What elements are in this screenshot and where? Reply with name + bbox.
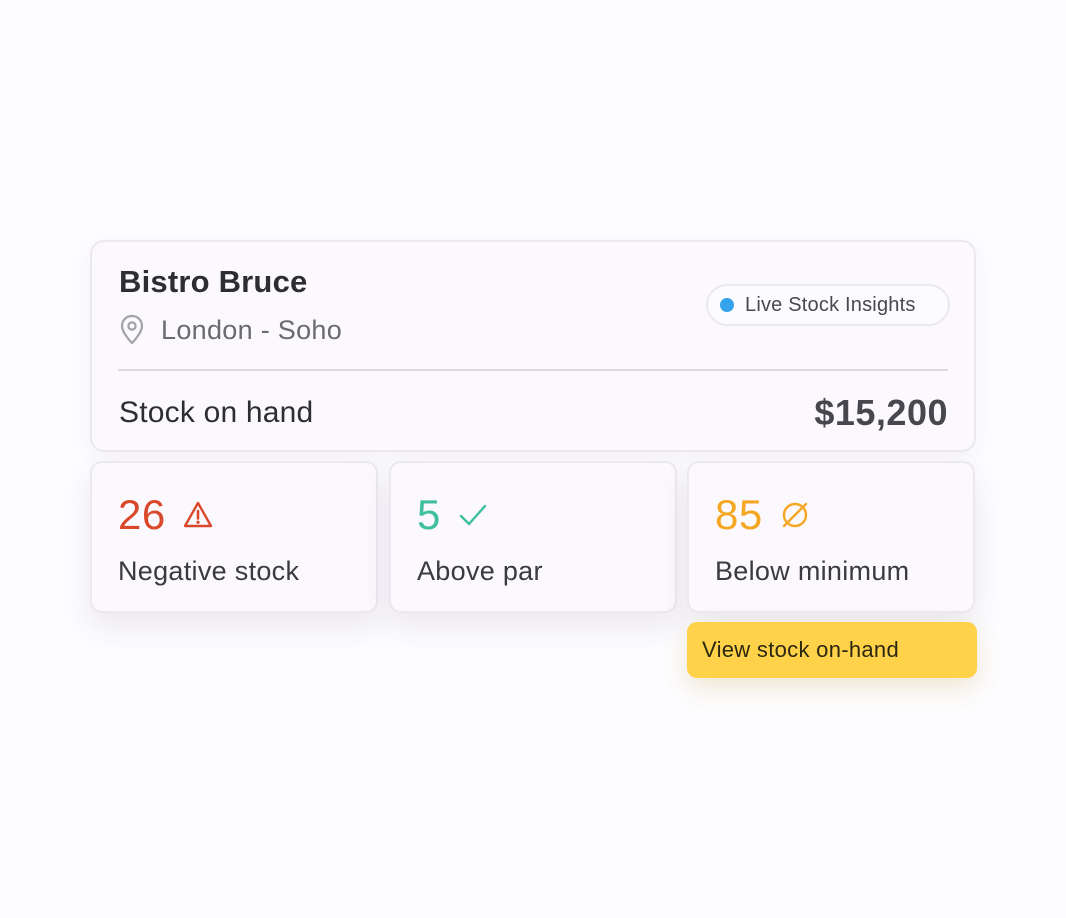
venue-card: Bistro Bruce London - Soho Live Stock In… <box>90 240 976 452</box>
location-row: London - Soho <box>119 314 342 346</box>
warning-triangle-icon <box>182 499 214 531</box>
live-status-dot <box>720 298 734 312</box>
venue-name: Bistro Bruce <box>119 264 308 299</box>
stock-on-hand-value: $15,200 <box>814 392 948 433</box>
negative-stock-label: Negative stock <box>118 556 300 586</box>
above-par-label: Above par <box>417 556 543 586</box>
location-text: London - Soho <box>161 314 343 345</box>
view-stock-on-hand-button[interactable]: View stock on-hand <box>687 622 977 678</box>
divider <box>118 369 948 371</box>
above-par-count: 5 <box>417 491 441 538</box>
stock-widget: Bistro Bruce London - Soho Live Stock In… <box>0 0 1066 918</box>
below-minimum-label: Below minimum <box>715 556 910 586</box>
map-pin-icon <box>119 314 145 346</box>
checkmark-icon <box>457 499 489 531</box>
negative-stock-card[interactable]: 26 Negative stock <box>90 461 378 613</box>
above-par-card[interactable]: 5 Above par <box>389 461 677 613</box>
live-badge-label: Live Stock Insights <box>745 293 916 316</box>
stock-on-hand-label: Stock on hand <box>119 396 314 429</box>
below-minimum-count: 85 <box>715 491 763 538</box>
empty-set-icon <box>779 499 811 531</box>
negative-stock-count: 26 <box>118 491 166 538</box>
below-minimum-card[interactable]: 85 Below minimum <box>687 461 975 613</box>
live-stock-insights-badge: Live Stock Insights <box>706 284 950 326</box>
